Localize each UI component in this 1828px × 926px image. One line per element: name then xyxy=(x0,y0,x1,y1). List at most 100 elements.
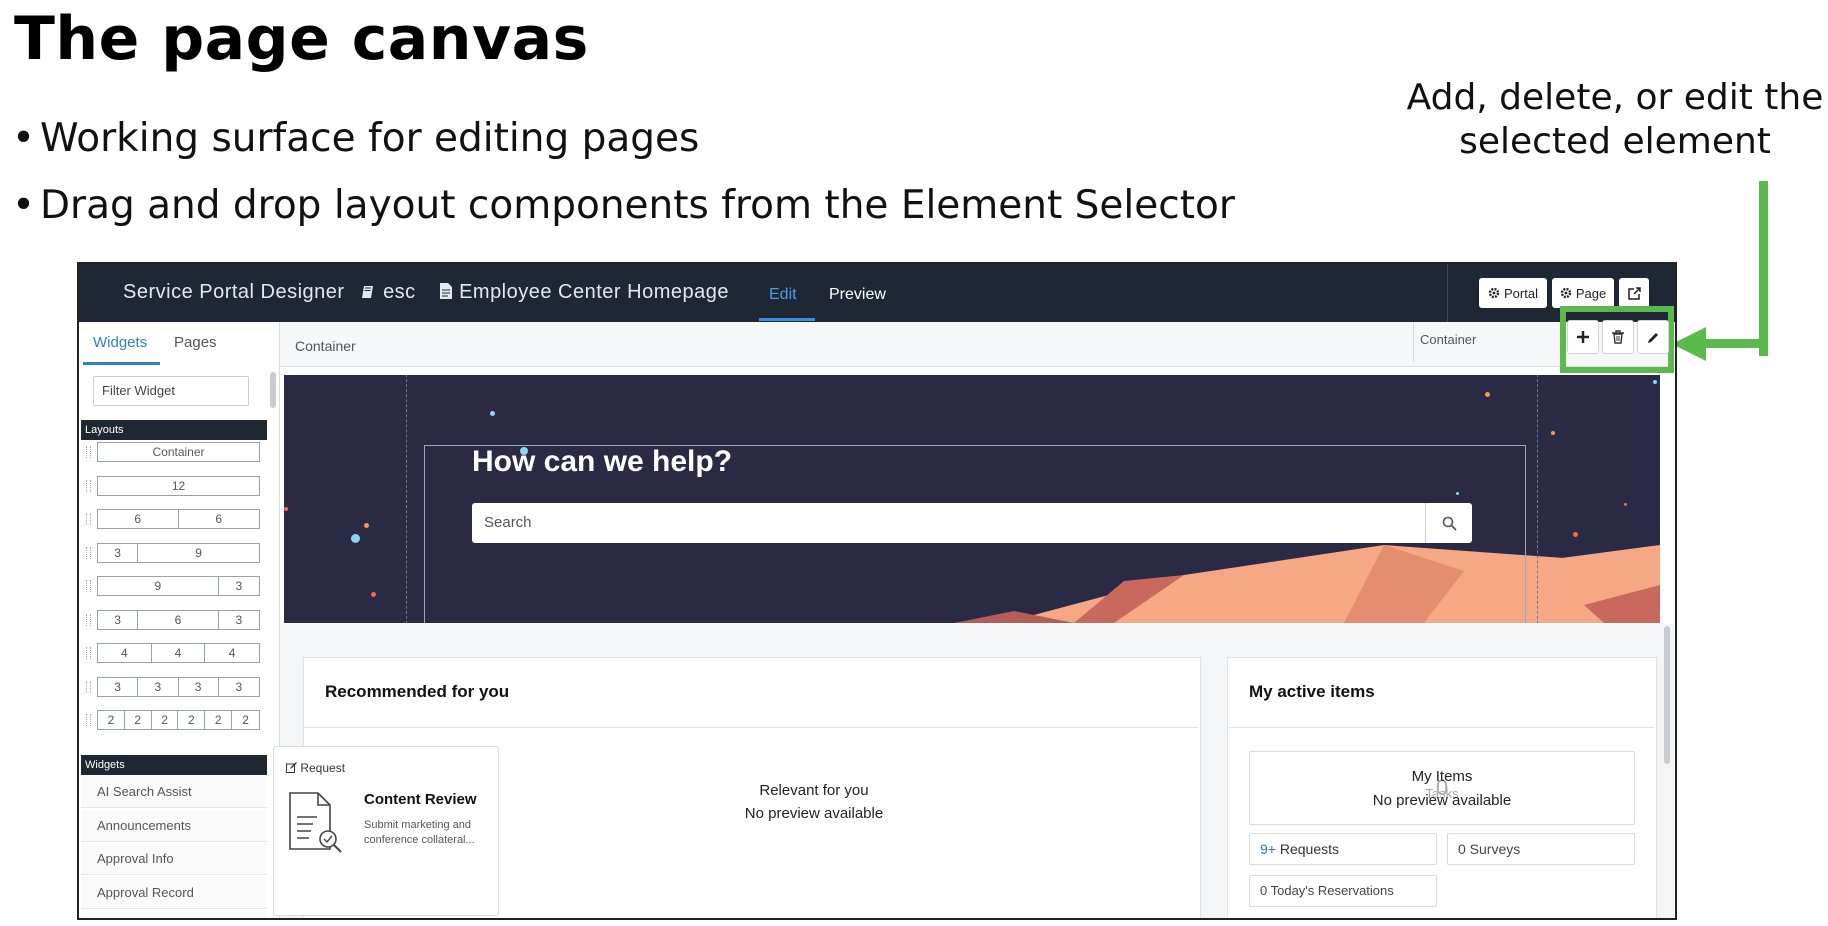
page-button[interactable]: Page xyxy=(1552,278,1614,308)
layout-column: 3 xyxy=(98,610,139,629)
layout-column: 12 xyxy=(171,478,186,493)
drag-handle[interactable] xyxy=(86,513,91,525)
add-element-button[interactable] xyxy=(1567,320,1599,354)
recommended-item-card[interactable]: Request Content Review Submit marketing … xyxy=(273,746,499,916)
drag-handle[interactable] xyxy=(86,546,91,559)
callout-arrow-shaft xyxy=(1759,181,1768,356)
star xyxy=(1551,431,1555,435)
layout-option[interactable]: 39 xyxy=(97,542,260,563)
bullet-2: • Drag and drop layout components from th… xyxy=(12,183,1235,228)
layout-column: 9 xyxy=(195,545,202,560)
layout-column: 4 xyxy=(152,644,206,662)
request-tag: Request xyxy=(286,761,345,775)
star xyxy=(1573,532,1578,537)
slide-title: The page canvas xyxy=(14,4,589,74)
star xyxy=(490,411,495,416)
recommended-title: Recommended for you xyxy=(325,682,510,701)
portal-button[interactable]: Portal xyxy=(1479,278,1547,308)
layout-column: 6 xyxy=(215,512,223,526)
my-items-box[interactable]: 0 My Items Tasks No preview available xyxy=(1249,751,1635,825)
search-icon xyxy=(1442,516,1457,531)
my-items-label: My Items xyxy=(1411,768,1473,785)
drag-handle[interactable] xyxy=(86,613,91,626)
layout-column: 2 xyxy=(242,713,249,727)
search-button[interactable] xyxy=(1425,503,1472,543)
callout-text: Add, delete, or edit the selected elemen… xyxy=(1406,77,1824,162)
layout-option[interactable]: 12 xyxy=(97,475,260,496)
widgets-header: Widgets xyxy=(81,755,267,775)
widget-list-item[interactable]: Approvals xyxy=(81,910,267,918)
tab-pages[interactable]: Pages xyxy=(174,334,217,351)
canvas-scrollbar[interactable] xyxy=(1664,626,1670,764)
reservations-tile[interactable]: 0 Today's Reservations xyxy=(1249,875,1437,907)
layouts-header: Layouts xyxy=(81,420,267,440)
requests-label: Requests xyxy=(1279,841,1340,857)
recommended-no-preview: No preview available xyxy=(744,805,884,822)
layout-option[interactable]: 93 xyxy=(97,576,260,596)
canvas-header: Container Container xyxy=(280,322,1675,367)
app-title: Service Portal Designer xyxy=(123,281,345,303)
star xyxy=(371,592,376,597)
layout-column: 3 xyxy=(98,543,139,562)
open-external-button[interactable] xyxy=(1619,278,1649,308)
layout-column: 9 xyxy=(98,577,219,595)
widget-list-item[interactable]: Announcements xyxy=(81,809,267,842)
drag-handle[interactable] xyxy=(86,479,91,492)
requests-tile[interactable]: 9+ Requests xyxy=(1249,833,1437,865)
card-desc-1: Submit marketing and xyxy=(364,819,471,831)
drag-handle[interactable] xyxy=(86,680,91,693)
widget-list-item[interactable]: Approval Record xyxy=(81,876,267,909)
layout-column: 6 xyxy=(98,510,179,528)
layout-column: 4 xyxy=(98,644,152,662)
layout-option[interactable]: 3333 xyxy=(97,676,260,697)
tab-edit[interactable]: Edit xyxy=(769,286,797,304)
layout-column: 2 xyxy=(98,711,125,729)
layout-option[interactable]: 363 xyxy=(97,609,260,630)
page-selector[interactable]: Employee Center Homepage xyxy=(439,281,729,304)
layout-column: 3 xyxy=(235,579,243,593)
layout-column: 3 xyxy=(235,679,243,694)
portal-selector[interactable]: esc xyxy=(361,281,416,304)
star xyxy=(1653,380,1657,384)
delete-element-button[interactable] xyxy=(1602,320,1634,354)
widget-list-item[interactable]: AI Search Assist xyxy=(81,776,267,808)
tab-edit-indicator xyxy=(759,318,815,321)
widget-list-item[interactable]: Approval Info xyxy=(81,843,267,875)
edit-element-button[interactable] xyxy=(1637,320,1669,354)
layout-option[interactable]: 66 xyxy=(97,509,260,529)
surveys-tile[interactable]: 0 Surveys xyxy=(1447,833,1635,865)
active-items-title: My active items xyxy=(1249,682,1375,701)
drag-handle[interactable] xyxy=(86,580,91,592)
container-label: Container xyxy=(295,338,356,354)
layout-option[interactable]: 444 xyxy=(97,643,260,663)
star xyxy=(284,507,288,511)
star xyxy=(1456,492,1459,495)
tab-widgets[interactable]: Widgets xyxy=(93,334,147,351)
layout-column: 2 xyxy=(152,711,179,729)
layout-column: 3 xyxy=(235,612,243,627)
pencil-icon xyxy=(1647,332,1658,343)
container-label-selected: Container xyxy=(1420,332,1477,347)
trash-icon xyxy=(1612,330,1624,344)
drag-handle[interactable] xyxy=(86,647,91,659)
layout-column: 2 xyxy=(125,711,152,729)
panel-scrollbar[interactable] xyxy=(270,372,276,408)
card-desc-2: conference collateral... xyxy=(364,834,475,846)
requests-count: 9+ xyxy=(1260,841,1276,857)
drag-handle[interactable] xyxy=(86,446,91,458)
drag-handle[interactable] xyxy=(86,714,91,726)
designer-topbar: Service Portal Designer esc Employee Cen… xyxy=(79,264,1675,322)
filter-widget-input[interactable]: Filter Widget xyxy=(93,376,249,406)
hero-banner[interactable]: How can we help? Search xyxy=(284,375,1660,623)
edit-square-icon xyxy=(286,762,297,773)
tab-preview[interactable]: Preview xyxy=(829,286,886,304)
layout-column: Container xyxy=(152,445,205,459)
gear-icon xyxy=(1488,287,1500,299)
external-link-icon xyxy=(1627,286,1641,300)
layout-option[interactable]: 222222 xyxy=(97,710,260,730)
layout-column: 3 xyxy=(179,677,219,696)
plus-icon xyxy=(1577,331,1589,343)
layout-option[interactable]: Container xyxy=(97,442,260,462)
active-no-preview: No preview available xyxy=(1372,792,1512,809)
search-input[interactable]: Search xyxy=(472,503,1472,543)
